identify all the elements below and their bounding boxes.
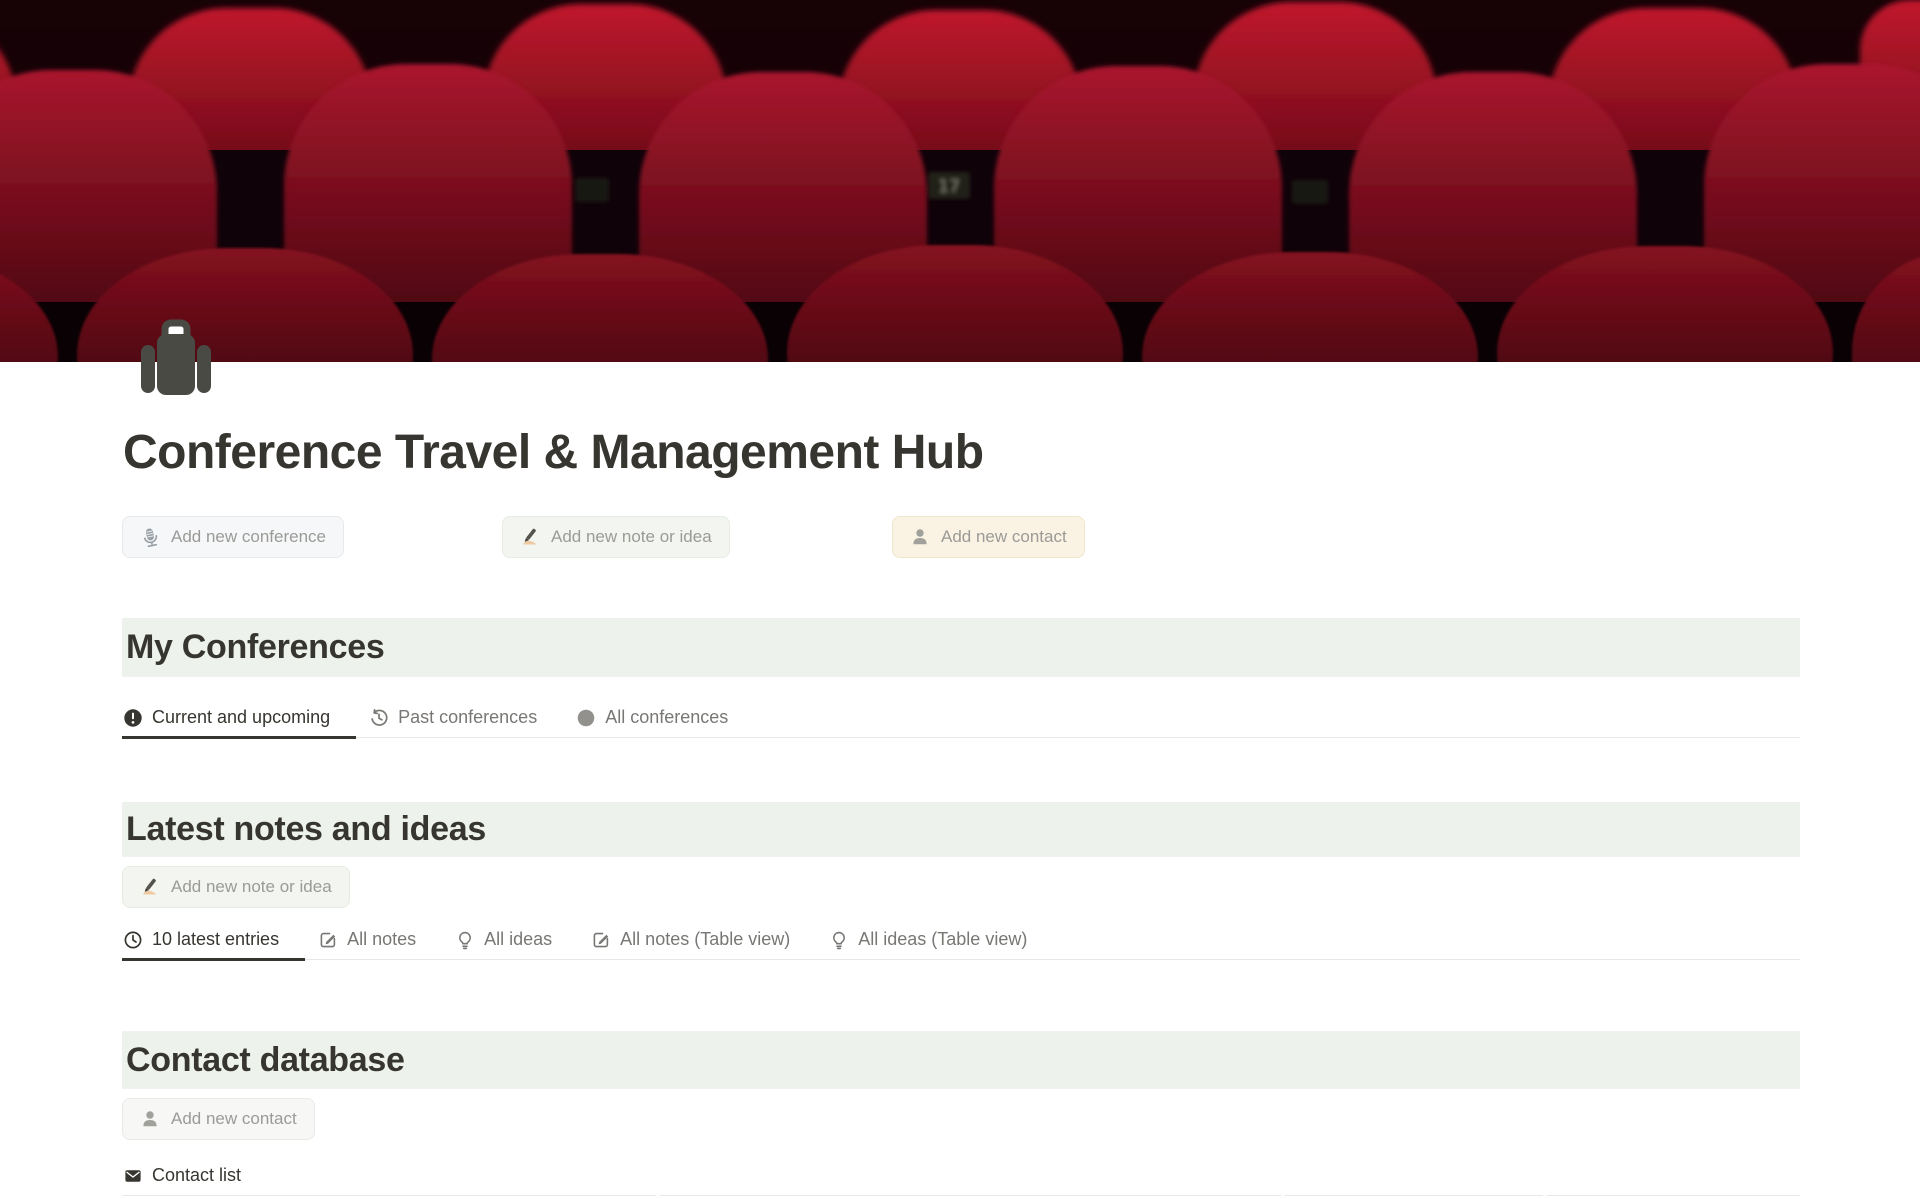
button-label: Add new conference: [171, 527, 326, 547]
section-heading-latest-notes[interactable]: Latest notes and ideas: [122, 802, 1800, 857]
tab-all-ideas-table-view[interactable]: All ideas (Table view): [828, 921, 1053, 961]
add-new-conference-button[interactable]: Add new conference: [122, 516, 344, 558]
person-icon: [910, 527, 930, 547]
tab-all-conferences[interactable]: All conferences: [575, 699, 754, 739]
tab-all-notes-table-view[interactable]: All notes (Table view): [590, 921, 816, 961]
tab-past-conferences[interactable]: Past conferences: [368, 699, 563, 739]
exclamation-circle-icon: [123, 708, 143, 728]
tab-all-ideas[interactable]: All ideas: [454, 921, 578, 961]
page-title[interactable]: Conference Travel & Management Hub: [123, 424, 984, 482]
tab-label: All ideas (Table view): [858, 929, 1027, 950]
contacts-view-tabs: Contact list: [122, 1157, 1800, 1196]
add-new-note-button-section[interactable]: Add new note or idea: [122, 866, 350, 908]
notion-page: 17: [0, 0, 1920, 1199]
tab-label: 10 latest entries: [152, 929, 279, 950]
section-heading-text: Latest notes and ideas: [122, 810, 486, 849]
page-icon[interactable]: [136, 317, 216, 397]
button-label: Add new note or idea: [551, 527, 712, 547]
tab-all-notes[interactable]: All notes: [317, 921, 442, 961]
table-column-gap: [656, 1194, 660, 1197]
history-icon: [369, 708, 389, 728]
tab-current-and-upcoming[interactable]: Current and upcoming: [122, 699, 356, 739]
lightbulb-icon: [829, 930, 849, 950]
tab-label: All notes (Table view): [620, 929, 790, 950]
tab-contact-list[interactable]: Contact list: [122, 1157, 267, 1197]
conferences-view-tabs: Current and upcoming Past conferences Al…: [122, 699, 1800, 738]
tab-label: All notes: [347, 929, 416, 950]
envelope-icon: [123, 1166, 143, 1186]
table-column-gap: [1543, 1194, 1547, 1197]
dot-icon: [576, 708, 596, 728]
edit-square-icon: [591, 930, 611, 950]
tab-label: Past conferences: [398, 707, 537, 728]
lightbulb-icon: [455, 930, 475, 950]
section-heading-text: My Conferences: [122, 628, 384, 667]
writing-hand-icon: [140, 877, 160, 897]
button-label: Add new contact: [941, 527, 1067, 547]
section-heading-text: Contact database: [122, 1041, 405, 1080]
tab-10-latest-entries[interactable]: 10 latest entries: [122, 921, 305, 961]
button-label: Add new note or idea: [171, 877, 332, 897]
microphone-icon: [140, 527, 160, 547]
section-heading-my-conferences[interactable]: My Conferences: [122, 618, 1800, 677]
page-cover[interactable]: 17: [0, 0, 1920, 362]
notes-view-tabs: 10 latest entries All notes All ideas Al…: [122, 921, 1800, 960]
person-icon: [140, 1109, 160, 1129]
writing-hand-icon: [520, 527, 540, 547]
theater-seats-photo: 17: [0, 0, 1920, 362]
clock-icon: [123, 930, 143, 950]
tab-label: Current and upcoming: [152, 707, 330, 728]
tab-label: Contact list: [152, 1165, 241, 1186]
tab-label: All ideas: [484, 929, 552, 950]
add-new-contact-button[interactable]: Add new contact: [892, 516, 1085, 558]
add-new-contact-button-section[interactable]: Add new contact: [122, 1098, 315, 1140]
button-label: Add new contact: [171, 1109, 297, 1129]
section-heading-contact-database[interactable]: Contact database: [122, 1031, 1800, 1089]
add-new-note-button[interactable]: Add new note or idea: [502, 516, 730, 558]
edit-square-icon: [318, 930, 338, 950]
luggage-icon: [136, 317, 216, 397]
table-column-gap: [1281, 1194, 1285, 1197]
tab-label: All conferences: [605, 707, 728, 728]
